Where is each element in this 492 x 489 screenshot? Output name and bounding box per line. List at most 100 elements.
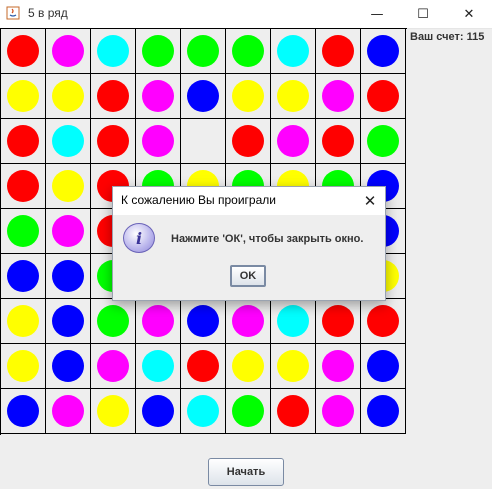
board-cell[interactable] bbox=[1, 254, 46, 299]
board-cell[interactable] bbox=[316, 29, 361, 74]
ball[interactable] bbox=[52, 80, 84, 112]
ball[interactable] bbox=[52, 260, 84, 292]
ball[interactable] bbox=[7, 395, 39, 427]
board-cell[interactable] bbox=[271, 389, 316, 434]
dialog-close-button[interactable]: ✕ bbox=[355, 187, 385, 215]
ball[interactable] bbox=[367, 35, 399, 67]
board-cell[interactable] bbox=[1, 389, 46, 434]
ball[interactable] bbox=[7, 35, 39, 67]
ball[interactable] bbox=[142, 350, 174, 382]
board-cell[interactable] bbox=[226, 389, 271, 434]
board-cell[interactable] bbox=[361, 119, 406, 164]
board-cell[interactable] bbox=[136, 389, 181, 434]
ball[interactable] bbox=[7, 260, 39, 292]
ball[interactable] bbox=[232, 395, 264, 427]
board-cell[interactable] bbox=[46, 209, 91, 254]
ball[interactable] bbox=[7, 125, 39, 157]
ball[interactable] bbox=[52, 305, 84, 337]
board-cell[interactable] bbox=[271, 119, 316, 164]
board-cell[interactable] bbox=[1, 74, 46, 119]
ball[interactable] bbox=[367, 395, 399, 427]
board-cell[interactable] bbox=[316, 389, 361, 434]
board-cell[interactable] bbox=[316, 74, 361, 119]
ball[interactable] bbox=[322, 395, 354, 427]
ball[interactable] bbox=[7, 80, 39, 112]
ball[interactable] bbox=[97, 395, 129, 427]
ball[interactable] bbox=[322, 80, 354, 112]
ball[interactable] bbox=[277, 80, 309, 112]
board-cell[interactable] bbox=[46, 344, 91, 389]
ball[interactable] bbox=[97, 35, 129, 67]
board-cell[interactable] bbox=[91, 119, 136, 164]
ball[interactable] bbox=[232, 350, 264, 382]
board-cell[interactable] bbox=[46, 119, 91, 164]
board-cell[interactable] bbox=[316, 299, 361, 344]
ball[interactable] bbox=[187, 80, 219, 112]
board-cell[interactable] bbox=[1, 164, 46, 209]
ball[interactable] bbox=[52, 35, 84, 67]
ball[interactable] bbox=[52, 170, 84, 202]
start-button[interactable]: Начать bbox=[208, 458, 284, 486]
ball[interactable] bbox=[232, 80, 264, 112]
board-cell[interactable] bbox=[316, 344, 361, 389]
ball[interactable] bbox=[7, 350, 39, 382]
board-cell[interactable] bbox=[91, 74, 136, 119]
ball[interactable] bbox=[97, 125, 129, 157]
ball[interactable] bbox=[97, 80, 129, 112]
board-cell[interactable] bbox=[271, 74, 316, 119]
ball[interactable] bbox=[277, 350, 309, 382]
ball[interactable] bbox=[277, 35, 309, 67]
board-cell[interactable] bbox=[46, 29, 91, 74]
board-cell[interactable] bbox=[46, 164, 91, 209]
ball[interactable] bbox=[367, 350, 399, 382]
board-cell[interactable] bbox=[361, 389, 406, 434]
board-cell[interactable] bbox=[91, 29, 136, 74]
ball[interactable] bbox=[97, 305, 129, 337]
ball[interactable] bbox=[187, 305, 219, 337]
board-cell[interactable] bbox=[181, 389, 226, 434]
ball[interactable] bbox=[52, 350, 84, 382]
minimize-button[interactable]: — bbox=[354, 0, 400, 28]
board-cell[interactable] bbox=[1, 119, 46, 164]
board-cell[interactable] bbox=[271, 29, 316, 74]
maximize-button[interactable]: ☐ bbox=[400, 0, 446, 28]
board-cell[interactable] bbox=[181, 344, 226, 389]
ball[interactable] bbox=[52, 395, 84, 427]
ball[interactable] bbox=[52, 215, 84, 247]
ball[interactable] bbox=[277, 125, 309, 157]
ball[interactable] bbox=[367, 80, 399, 112]
board-cell[interactable] bbox=[226, 344, 271, 389]
board-cell[interactable] bbox=[1, 29, 46, 74]
ball[interactable] bbox=[7, 305, 39, 337]
ball[interactable] bbox=[322, 305, 354, 337]
ok-button[interactable]: OK bbox=[230, 265, 266, 287]
board-cell[interactable] bbox=[1, 299, 46, 344]
ball[interactable] bbox=[277, 305, 309, 337]
ball[interactable] bbox=[142, 80, 174, 112]
board-cell[interactable] bbox=[316, 119, 361, 164]
ball[interactable] bbox=[232, 305, 264, 337]
board-cell[interactable] bbox=[1, 209, 46, 254]
ball[interactable] bbox=[322, 125, 354, 157]
board-cell[interactable] bbox=[226, 29, 271, 74]
ball[interactable] bbox=[52, 125, 84, 157]
ball[interactable] bbox=[142, 35, 174, 67]
board-cell[interactable] bbox=[136, 299, 181, 344]
board-cell[interactable] bbox=[226, 299, 271, 344]
board-cell[interactable] bbox=[271, 299, 316, 344]
board-cell[interactable] bbox=[46, 389, 91, 434]
board-cell[interactable] bbox=[136, 29, 181, 74]
board-cell[interactable] bbox=[361, 299, 406, 344]
ball[interactable] bbox=[367, 125, 399, 157]
ball[interactable] bbox=[97, 350, 129, 382]
board-cell[interactable] bbox=[46, 74, 91, 119]
board-cell[interactable] bbox=[136, 344, 181, 389]
board-cell[interactable] bbox=[46, 254, 91, 299]
ball[interactable] bbox=[277, 395, 309, 427]
ball[interactable] bbox=[142, 125, 174, 157]
ball[interactable] bbox=[187, 350, 219, 382]
close-button[interactable]: ✕ bbox=[446, 0, 492, 28]
ball[interactable] bbox=[232, 35, 264, 67]
ball[interactable] bbox=[7, 170, 39, 202]
board-cell[interactable] bbox=[136, 74, 181, 119]
